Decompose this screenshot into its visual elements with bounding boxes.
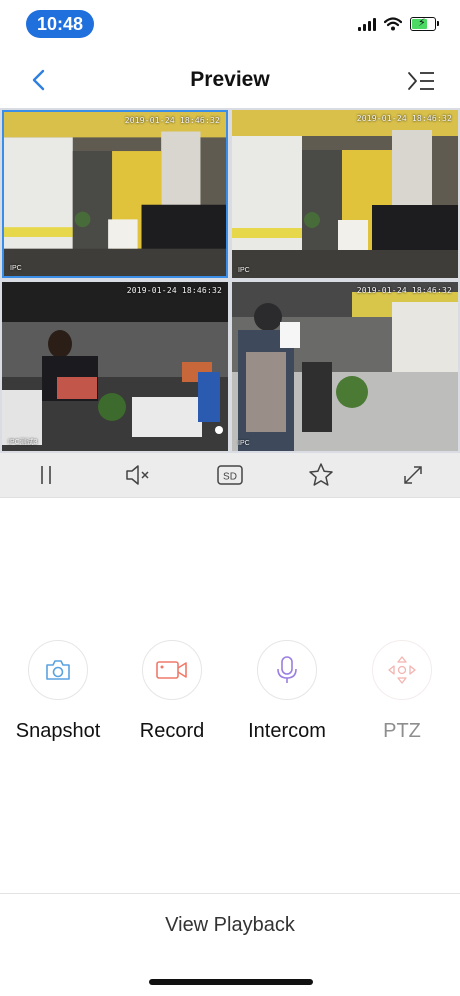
video-grid: 2019-01-24 18:46:32 IPC 2019-01-24 18:46… [0, 108, 460, 453]
snapshot-button[interactable]: Snapshot [0, 640, 118, 743]
page-title: Preview [190, 68, 270, 91]
battery-icon: ⚡ [410, 17, 439, 31]
snapshot-label: Snapshot [15, 720, 101, 742]
record-button[interactable]: Record [112, 640, 232, 743]
expand-icon [404, 466, 422, 484]
quality-sd-button[interactable]: SD [214, 459, 246, 491]
pause-icon [41, 466, 51, 484]
video-tile-4[interactable]: 2019-01-24 18:46:32 IPC [232, 282, 458, 451]
camera-feed-image [2, 282, 228, 451]
cellular-signal-icon [358, 17, 376, 31]
video-camera-icon [156, 661, 187, 679]
page-indicator-dot [215, 426, 223, 434]
star-icon [309, 463, 333, 486]
status-icons: ⚡ [358, 14, 439, 34]
intercom-circle [257, 640, 317, 700]
action-row: Snapshot Record Intercom PTZ [0, 640, 460, 750]
intercom-button[interactable]: Intercom [227, 640, 347, 743]
player-toolbar: SD [0, 453, 460, 498]
status-time: 10:48 [26, 10, 94, 38]
quality-label: SD [223, 472, 237, 483]
tile-camera-name: IPC [238, 267, 250, 274]
video-tile-3[interactable]: 2019-01-24 18:46:32 IPC测试3 [2, 282, 228, 451]
device-list-button[interactable] [406, 68, 436, 94]
record-label: Record [139, 720, 205, 742]
tile-timestamp: 2019-01-24 18:46:32 [356, 114, 452, 123]
tile-timestamp: 2019-01-24 18:46:32 [124, 116, 220, 125]
microphone-icon [277, 656, 297, 683]
camera-feed-image [232, 282, 458, 451]
status-bar: 10:48 ⚡ [0, 0, 460, 48]
sd-quality-icon: SD [217, 465, 243, 485]
camera-feed-image [4, 112, 226, 276]
pause-button[interactable] [30, 459, 62, 491]
ptz-button[interactable]: PTZ [342, 640, 460, 743]
ptz-label: PTZ [383, 720, 421, 742]
tile-camera-name: IPC [238, 440, 250, 447]
speaker-mute-icon [126, 465, 149, 485]
mute-button[interactable] [122, 459, 154, 491]
tile-camera-name: IPC测试3 [8, 439, 38, 446]
snapshot-circle [28, 640, 88, 700]
video-tile-1[interactable]: 2019-01-24 18:46:32 IPC [2, 110, 228, 278]
intercom-label: Intercom [248, 720, 326, 742]
camera-icon [46, 660, 70, 680]
camera-feed-image [232, 110, 458, 278]
nav-bar: Preview [0, 52, 460, 108]
home-indicator [149, 979, 313, 985]
wifi-icon [384, 17, 402, 31]
favorite-button[interactable] [305, 459, 337, 491]
fullscreen-button[interactable] [397, 459, 429, 491]
video-tile-2[interactable]: 2019-01-24 18:46:32 IPC [232, 110, 458, 278]
list-menu-icon [408, 72, 434, 90]
view-playback-button[interactable]: View Playback [0, 894, 460, 956]
record-circle [142, 640, 202, 700]
ptz-circle [372, 640, 432, 700]
tile-timestamp: 2019-01-24 18:46:32 [126, 286, 222, 295]
tile-timestamp: 2019-01-24 18:46:32 [356, 286, 452, 295]
tile-camera-name: IPC [10, 265, 22, 272]
ptz-direction-icon [388, 656, 416, 684]
